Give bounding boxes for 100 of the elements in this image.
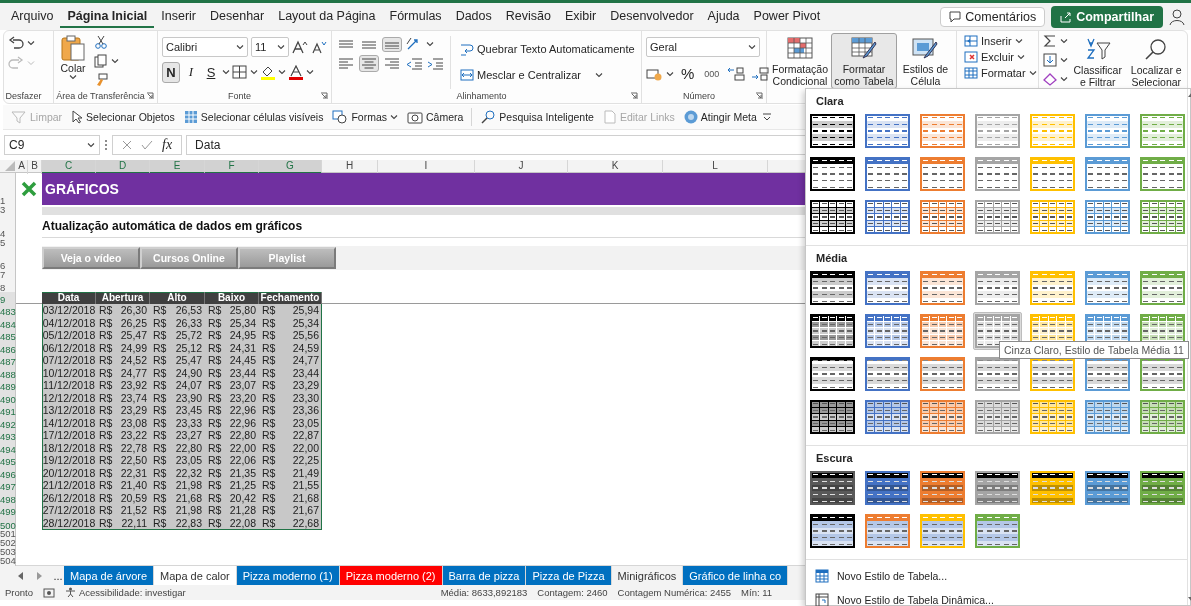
- italic-button[interactable]: I: [182, 61, 200, 83]
- table-style-swatch[interactable]: [808, 155, 857, 193]
- horizontal-align-button[interactable]: [336, 55, 356, 72]
- table-style-swatch[interactable]: [1138, 269, 1187, 307]
- increase-decimal-icon[interactable]: [726, 65, 747, 82]
- table-style-swatch[interactable]: [918, 198, 967, 236]
- row-header[interactable]: 4: [0, 214, 16, 238]
- decrease-indent-icon[interactable]: [405, 55, 423, 72]
- close-icon[interactable]: [121, 139, 133, 151]
- row-header[interactable]: 8: [0, 278, 16, 292]
- merge-center-button[interactable]: Mesclar e Centralizar: [457, 66, 638, 84]
- table-style-swatch[interactable]: [863, 512, 912, 550]
- menu-tab[interactable]: Exibir: [557, 5, 604, 28]
- table-style-swatch[interactable]: [1138, 198, 1187, 236]
- table-style-swatch[interactable]: [1138, 112, 1187, 150]
- share-button[interactable]: Compartilhar: [1051, 5, 1163, 28]
- more-sheets-button[interactable]: ...: [52, 566, 64, 585]
- table-style-swatch[interactable]: [973, 198, 1022, 236]
- menu-tab[interactable]: Revisão: [498, 5, 558, 28]
- person-icon[interactable]: [1169, 7, 1187, 26]
- column-header[interactable]: G: [259, 160, 322, 174]
- next-arrow-icon[interactable]: [36, 571, 42, 580]
- menu-item[interactable]: Novo Estilo de Tabela Dinâmica...: [812, 590, 1181, 606]
- table-style-swatch[interactable]: [973, 512, 1022, 550]
- table-style-swatch[interactable]: [808, 198, 857, 236]
- row-header[interactable]: 491: [0, 404, 16, 417]
- table-style-swatch[interactable]: [1028, 198, 1077, 236]
- dialog-launcher-icon[interactable]: [755, 92, 763, 100]
- row-header[interactable]: 9: [0, 292, 16, 304]
- sheet-tab[interactable]: Mapa de calor: [154, 566, 237, 585]
- autosum-icon[interactable]: [1043, 34, 1057, 48]
- row-header[interactable]: 1: [0, 173, 16, 205]
- check-icon[interactable]: [141, 139, 153, 151]
- comments-button[interactable]: Comentários: [940, 6, 1046, 27]
- format-painter-icon[interactable]: [94, 73, 108, 87]
- table-style-swatch[interactable]: [1028, 269, 1077, 307]
- fill-color-icon[interactable]: [260, 64, 276, 80]
- font-color-icon[interactable]: [288, 64, 304, 80]
- font-name-dropdown[interactable]: Calibri: [162, 37, 248, 57]
- ribbon-button[interactable]: Formatação Condicional: [771, 33, 829, 89]
- menu-item[interactable]: Novo Estilo de Tabela...: [812, 566, 1181, 586]
- row-header[interactable]: 495: [0, 454, 16, 467]
- increase-indent-icon[interactable]: [426, 55, 444, 72]
- horizontal-align-button[interactable]: [382, 55, 402, 72]
- previous-arrow-icon[interactable]: [18, 571, 24, 580]
- table-style-swatch[interactable]: [1028, 155, 1077, 193]
- dialog-launcher-icon[interactable]: [320, 92, 328, 100]
- table-style-swatch[interactable]: [1138, 469, 1187, 507]
- table-style-swatch[interactable]: [1083, 398, 1132, 436]
- row-header[interactable]: 497: [0, 479, 16, 492]
- table-style-swatch[interactable]: [808, 112, 857, 150]
- column-header[interactable]: C: [42, 160, 96, 174]
- scissors-icon[interactable]: [94, 35, 108, 49]
- table-style-swatch[interactable]: [1028, 469, 1077, 507]
- vertical-align-button[interactable]: [382, 36, 402, 52]
- table-style-swatch[interactable]: [808, 469, 857, 507]
- menu-tab[interactable]: Dados: [448, 5, 499, 28]
- table-style-swatch[interactable]: [973, 269, 1022, 307]
- column-header[interactable]: E: [150, 160, 205, 174]
- menu-tab[interactable]: Inserir: [154, 5, 203, 28]
- cells-button[interactable]: Formatar: [961, 66, 1034, 80]
- table-style-swatch[interactable]: [918, 469, 967, 507]
- row-header[interactable]: 489: [0, 379, 16, 392]
- table-style-swatch[interactable]: [863, 398, 912, 436]
- percent-button[interactable]: %: [678, 62, 698, 85]
- menu-tab[interactable]: Power Pivot: [746, 5, 828, 28]
- table-style-swatch[interactable]: [863, 312, 912, 350]
- macro-record-icon[interactable]: [43, 587, 55, 598]
- table-style-swatch[interactable]: [808, 398, 857, 436]
- table-style-swatch[interactable]: [863, 469, 912, 507]
- table-style-swatch[interactable]: [808, 512, 857, 550]
- table-style-swatch[interactable]: [918, 112, 967, 150]
- insert-function-button[interactable]: fx: [161, 136, 174, 154]
- ribbon-button[interactable]: Localizar e Selecionar: [1127, 34, 1185, 103]
- undo-icon[interactable]: [8, 36, 24, 50]
- toolbar-button[interactable]: Pesquisa Inteligente: [476, 107, 598, 127]
- fill-down-icon[interactable]: [1043, 53, 1057, 67]
- thousands-button[interactable]: 000: [701, 65, 723, 82]
- column-header[interactable]: D: [96, 160, 150, 174]
- font-size-dropdown[interactable]: 11: [251, 37, 289, 57]
- table-style-swatch[interactable]: [1083, 469, 1132, 507]
- dialog-launcher-icon[interactable]: [146, 92, 154, 100]
- cells-button[interactable]: Inserir: [961, 34, 1034, 48]
- table-style-swatch[interactable]: [863, 155, 912, 193]
- menu-tab[interactable]: Fórmulas: [382, 5, 449, 28]
- table-style-swatch[interactable]: [918, 512, 967, 550]
- sheet-tab[interactable]: Barra de pizza: [442, 566, 527, 585]
- paste-button[interactable]: Colar: [58, 33, 88, 89]
- table-style-swatch[interactable]: [918, 398, 967, 436]
- table-style-swatch[interactable]: [1083, 112, 1132, 150]
- menu-tab[interactable]: Desenvolvedor: [603, 5, 701, 28]
- menu-tab[interactable]: Ajuda: [700, 5, 747, 28]
- table-style-swatch[interactable]: [973, 112, 1022, 150]
- table-style-swatch[interactable]: [973, 155, 1022, 193]
- table-style-swatch[interactable]: [918, 155, 967, 193]
- ribbon-button[interactable]: Classificar e Filtrar: [1071, 34, 1125, 103]
- row-header[interactable]: 6: [0, 246, 16, 270]
- number-format-dropdown[interactable]: Geral: [646, 37, 760, 57]
- table-style-swatch[interactable]: [918, 269, 967, 307]
- table-style-swatch[interactable]: [1083, 269, 1132, 307]
